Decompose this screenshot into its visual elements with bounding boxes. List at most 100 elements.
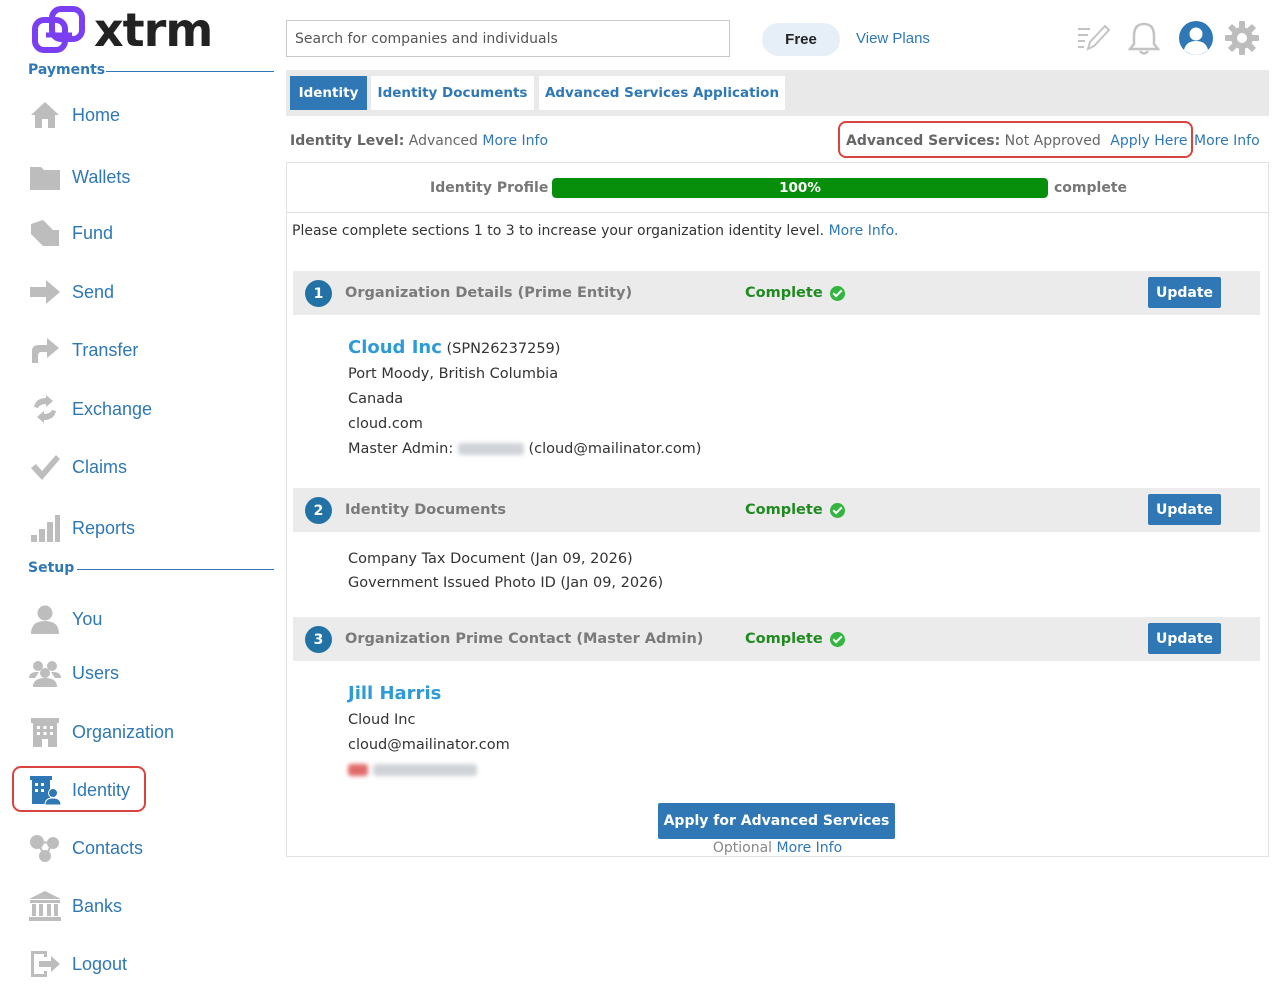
user-icon [28, 603, 62, 635]
section-number-badge: 3 [305, 626, 332, 653]
optional-note: Optional More Info [287, 840, 1268, 856]
search-input[interactable] [286, 20, 730, 57]
section-organization-details: 1 Organization Details (Prime Entity) Co… [293, 271, 1260, 315]
progress-percent-text: 100% [779, 180, 821, 196]
payments-divider [106, 71, 274, 72]
sidebar-item-exchange[interactable]: Exchange [28, 392, 152, 426]
sidebar-item-label: You [72, 608, 103, 629]
sidebar-item-users[interactable]: Users [28, 656, 119, 690]
sidebar-item-label: Banks [72, 895, 123, 916]
identity-profile-label: Identity Profile [430, 180, 549, 196]
optional-more-info-link[interactable]: More Info [777, 840, 843, 856]
transfer-icon [28, 334, 62, 366]
status-text: Complete [745, 502, 823, 518]
contact-email: cloud@mailinator.com [348, 737, 510, 753]
status-text: Complete [745, 631, 823, 647]
setup-divider [77, 569, 274, 570]
progress-fill: 100% [552, 178, 1048, 198]
check-circle-icon [829, 285, 845, 301]
identity-level-more-info-link[interactable]: More Info [482, 133, 548, 149]
section-status: Complete [745, 502, 845, 518]
sidebar-item-label: Wallets [72, 166, 131, 187]
check-circle-icon [829, 631, 845, 647]
advanced-services-highlight-annotation [838, 121, 1193, 158]
prime-contact-content: Jill Harris Cloud Inc cloud@mailinator.c… [348, 681, 510, 783]
tab-bar: Identity Identity Documents Advanced Ser… [286, 70, 1269, 116]
building-icon [28, 716, 62, 748]
sidebar-item-label: Home [72, 104, 121, 125]
users-icon [28, 657, 62, 689]
sidebar: xtrm Payments Home Wallets Fund Send Tra… [0, 0, 280, 1007]
organization-website: cloud.com [348, 416, 423, 432]
payments-section-label: Payments [28, 62, 106, 78]
check-circle-icon [829, 502, 845, 518]
section-title: Organization Prime Contact (Master Admin… [345, 631, 704, 647]
contact-name-link[interactable]: Jill Harris [348, 683, 441, 704]
update-organization-details-button[interactable]: Update [1148, 277, 1221, 308]
contact-company: Cloud Inc [348, 712, 416, 728]
edit-icon[interactable] [1072, 18, 1112, 58]
tab-advanced-services-application[interactable]: Advanced Services Application [539, 76, 785, 110]
section-number-badge: 1 [305, 280, 332, 307]
optional-label: Optional [712, 840, 773, 856]
fund-icon [28, 217, 62, 249]
sidebar-item-banks[interactable]: Banks [28, 889, 122, 923]
section-prime-contact: 3 Organization Prime Contact (Master Adm… [293, 617, 1260, 661]
xtrm-logo[interactable]: xtrm [32, 6, 213, 54]
organization-location: Port Moody, British Columbia [348, 366, 559, 382]
sidebar-item-label: Send [72, 281, 115, 302]
redacted-phone-number [372, 764, 477, 776]
sidebar-item-you[interactable]: You [28, 602, 102, 636]
update-identity-documents-button[interactable]: Update [1148, 494, 1221, 525]
sidebar-item-send[interactable]: Send [28, 275, 114, 309]
apply-advanced-services-button[interactable]: Apply for Advanced Services [658, 803, 895, 839]
gear-icon[interactable] [1222, 18, 1262, 58]
redacted-phone [348, 758, 510, 783]
sidebar-item-wallets[interactable]: Wallets [28, 160, 130, 194]
sidebar-item-logout[interactable]: Logout [28, 947, 127, 981]
sidebar-item-label: Contacts [72, 837, 144, 858]
organization-name-link[interactable]: Cloud Inc [348, 337, 442, 358]
organization-details-content: Cloud Inc (SPN26237259) Port Moody, Brit… [348, 335, 701, 462]
identity-level-label: Identity Level: [290, 133, 405, 149]
identity-profile-suffix: complete [1054, 180, 1128, 196]
plan-badge[interactable]: Free [762, 23, 840, 56]
account-avatar-icon[interactable] [1176, 18, 1216, 58]
sidebar-item-reports[interactable]: Reports [28, 511, 135, 545]
advanced-services-more-info-link[interactable]: More Info [1194, 133, 1260, 149]
sidebar-item-label: Exchange [72, 398, 153, 419]
instructions-text: Please complete sections 1 to 3 to incre… [292, 223, 898, 239]
setup-section-label: Setup [28, 560, 75, 576]
master-admin-email: (cloud@mailinator.com) [528, 441, 702, 457]
sidebar-item-contacts[interactable]: Contacts [28, 831, 143, 865]
sidebar-item-claims[interactable]: Claims [28, 450, 127, 484]
organization-spn: (SPN26237259) [446, 341, 561, 357]
arrow-right-icon [28, 276, 62, 308]
home-icon [28, 99, 62, 131]
logo-mark-icon [32, 6, 85, 53]
bell-icon[interactable] [1124, 18, 1164, 58]
contacts-icon [28, 832, 62, 864]
logout-icon [28, 948, 62, 980]
sidebar-item-fund[interactable]: Fund [28, 216, 113, 250]
instructions-more-info-link[interactable]: More Info. [829, 223, 899, 239]
identity-documents-content: Company Tax Document (Jan 09, 2026) Gove… [348, 547, 663, 595]
redacted-name [457, 443, 524, 455]
organization-country: Canada [348, 391, 404, 407]
update-prime-contact-button[interactable]: Update [1148, 623, 1221, 654]
view-plans-link[interactable]: View Plans [856, 30, 930, 47]
flag-icon [348, 764, 368, 776]
tab-identity[interactable]: Identity [290, 76, 367, 110]
section-status: Complete [745, 631, 845, 647]
sidebar-item-organization[interactable]: Organization [28, 715, 174, 749]
sidebar-item-home[interactable]: Home [28, 98, 120, 132]
identity-profile-progress-bar: 100% [552, 178, 1048, 198]
sidebar-item-label: Logout [72, 953, 128, 974]
sidebar-item-label: Claims [72, 456, 128, 477]
identity-level-value: Advanced [408, 133, 478, 149]
master-admin-line: Master Admin: (cloud@mailinator.com) [348, 437, 701, 462]
tab-identity-documents[interactable]: Identity Documents [371, 76, 534, 110]
sidebar-item-label: Transfer [72, 339, 139, 360]
instructions-body: Please complete sections 1 to 3 to incre… [292, 223, 825, 239]
sidebar-item-transfer[interactable]: Transfer [28, 333, 138, 367]
